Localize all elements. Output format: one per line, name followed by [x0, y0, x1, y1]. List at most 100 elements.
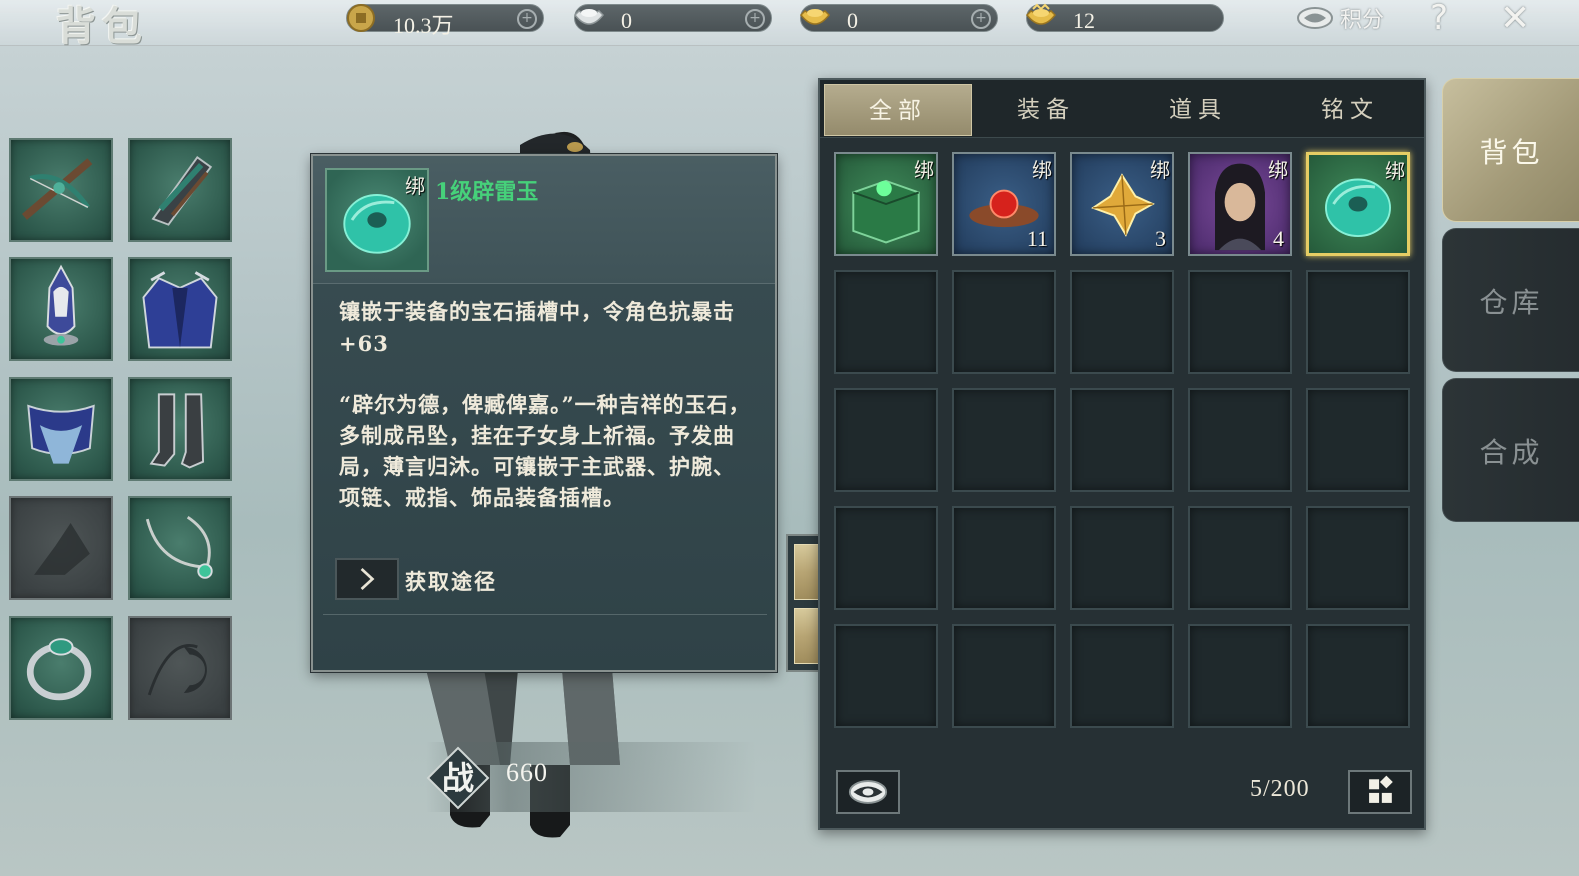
- points-icon: [1297, 7, 1333, 29]
- equip-slot-helmet[interactable]: [9, 257, 113, 361]
- bound-gold-ingot-icon: [1026, 3, 1056, 25]
- tooltip-item-icon: 绑: [325, 168, 429, 272]
- inventory-slot-empty[interactable]: [834, 506, 938, 610]
- inventory-slot-empty[interactable]: [1188, 624, 1292, 728]
- points-label: 积分: [1340, 8, 1385, 33]
- close-button[interactable]: ✕: [1500, 0, 1530, 39]
- top-bar: 背包 10.3万 + 0 + 0 + 12 积分 ? ✕: [0, 0, 1579, 50]
- boots-icon: [149, 393, 205, 469]
- tab-equipment[interactable]: 装备: [972, 84, 1120, 136]
- equip-slot-weapon[interactable]: [9, 138, 113, 242]
- currency-coins: 10.3万 +: [346, 4, 544, 38]
- tooltip-bound-tag: 绑: [405, 174, 425, 198]
- chevron-right-icon: [360, 568, 375, 590]
- equip-slot-bracer[interactable]: [128, 138, 232, 242]
- inventory-slot-empty[interactable]: [1070, 506, 1174, 610]
- bound-tag: 绑: [1150, 158, 1170, 182]
- equip-slot-accessory[interactable]: [9, 496, 113, 600]
- tab-all[interactable]: 全部: [824, 84, 972, 136]
- pendant-empty-icon: [147, 644, 207, 696]
- necklace-icon: [145, 516, 213, 579]
- eye-emblem-icon: [848, 780, 888, 804]
- grid-icon: [1369, 775, 1393, 803]
- crossbow-icon: [21, 158, 93, 220]
- currency-gold-value: 0: [847, 8, 858, 33]
- inventory-slot-empty[interactable]: [1188, 270, 1292, 374]
- bound-tag: 绑: [1385, 159, 1405, 183]
- side-tab-backpack[interactable]: 背包: [1442, 78, 1579, 222]
- bound-tag: 绑: [1268, 158, 1288, 182]
- inventory-slot-empty[interactable]: [834, 388, 938, 492]
- grid-view-button[interactable]: [1348, 770, 1412, 814]
- currency-bound-gold: 12: [1026, 3, 1224, 33]
- side-tab-synthesis[interactable]: 合成: [1442, 378, 1579, 522]
- inventory-slot-selected[interactable]: 绑: [1306, 152, 1410, 256]
- combat-power: 战 660: [426, 742, 756, 812]
- inventory-slot-empty[interactable]: [1070, 270, 1174, 374]
- equip-slot-necklace[interactable]: [128, 496, 232, 600]
- inventory-slot-empty[interactable]: [1306, 506, 1410, 610]
- equip-slot-pendant[interactable]: [128, 616, 232, 720]
- item-count: 3: [1155, 226, 1166, 251]
- bound-tag: 绑: [1032, 158, 1052, 182]
- inventory-slot-empty[interactable]: [834, 624, 938, 728]
- combat-power-icon: 战: [426, 746, 490, 810]
- add-silver-button[interactable]: +: [745, 9, 765, 29]
- inventory-slot-empty[interactable]: [952, 624, 1056, 728]
- tab-items[interactable]: 道具: [1124, 84, 1272, 136]
- currency-bound-gold-value: 12: [1073, 8, 1095, 33]
- inventory-slot-empty[interactable]: [1306, 388, 1410, 492]
- helmet-icon: [43, 264, 79, 346]
- side-tab-backpack-label: 背包: [1479, 136, 1544, 169]
- inventory-slot-empty[interactable]: [1070, 388, 1174, 492]
- inventory-slot-empty[interactable]: [1070, 624, 1174, 728]
- side-tab-warehouse-label: 仓库: [1479, 286, 1544, 319]
- tooltip-divider: [323, 614, 767, 615]
- item-count: 4: [1273, 226, 1284, 251]
- inventory-slot[interactable]: 绑 3: [1070, 152, 1174, 256]
- inventory-panel: 全部 装备 道具 铭文 绑 绑 11 绑 3 绑 4 绑 5/200: [818, 78, 1426, 830]
- sort-button[interactable]: [836, 770, 900, 814]
- inventory-slot-empty[interactable]: [952, 270, 1056, 374]
- inventory-slot-empty[interactable]: [1306, 270, 1410, 374]
- equip-slot-boots[interactable]: [128, 377, 232, 481]
- source-label[interactable]: 获取途径: [405, 566, 497, 596]
- inventory-slot[interactable]: 绑: [834, 152, 938, 256]
- currency-silver-value: 0: [621, 8, 632, 33]
- equip-slot-armor[interactable]: [128, 257, 232, 361]
- currency-silver: 0 +: [574, 4, 772, 33]
- equip-slot-belt[interactable]: [9, 377, 113, 481]
- inventory-slot-empty[interactable]: [952, 388, 1056, 492]
- inventory-slot-empty[interactable]: [1306, 624, 1410, 728]
- silver-ingot-icon: [574, 9, 604, 25]
- svg-text:战: 战: [442, 759, 474, 797]
- source-expand-button[interactable]: [335, 558, 399, 600]
- accessory-empty-icon: [34, 523, 90, 575]
- side-tab-synthesis-label: 合成: [1479, 436, 1544, 469]
- help-button[interactable]: ?: [1430, 0, 1448, 38]
- gold-ingot-icon: [800, 9, 830, 25]
- equip-slot-ring[interactable]: [9, 616, 113, 720]
- inventory-slot[interactable]: 绑 11: [952, 152, 1056, 256]
- inventory-capacity: 5/200: [1250, 776, 1310, 802]
- add-gold-button[interactable]: +: [971, 9, 991, 29]
- bound-tag: 绑: [914, 158, 934, 182]
- add-coins-button[interactable]: +: [517, 9, 537, 29]
- inventory-slot-empty[interactable]: [1188, 506, 1292, 610]
- page-title: 背包: [56, 3, 148, 50]
- points-button[interactable]: 积分: [1296, 2, 1384, 34]
- ring-icon: [26, 638, 92, 701]
- tooltip-effect-text: 镶嵌于装备的宝石插槽中，令角色抗暴击+63: [339, 299, 735, 356]
- inventory-slot-empty[interactable]: [952, 506, 1056, 610]
- combat-power-value: 660: [506, 758, 548, 787]
- tooltip-header: 绑 1级辟雷玉: [313, 156, 775, 284]
- side-tab-warehouse[interactable]: 仓库: [1442, 228, 1579, 372]
- inventory-slot-empty[interactable]: [1188, 388, 1292, 492]
- inventory-slot-empty[interactable]: [834, 270, 938, 374]
- inventory-slot[interactable]: 绑 4: [1188, 152, 1292, 256]
- tooltip-description: “辟尔为德，俾臧俾嘉。”一种吉祥的玉石，多制成吊坠，挂在子女身上祈福。予发曲局，…: [339, 392, 751, 510]
- belt-icon: [27, 404, 95, 464]
- tab-inscriptions[interactable]: 铭文: [1276, 84, 1424, 136]
- currency-gold: 0 +: [800, 4, 998, 33]
- item-count: 11: [1026, 226, 1048, 251]
